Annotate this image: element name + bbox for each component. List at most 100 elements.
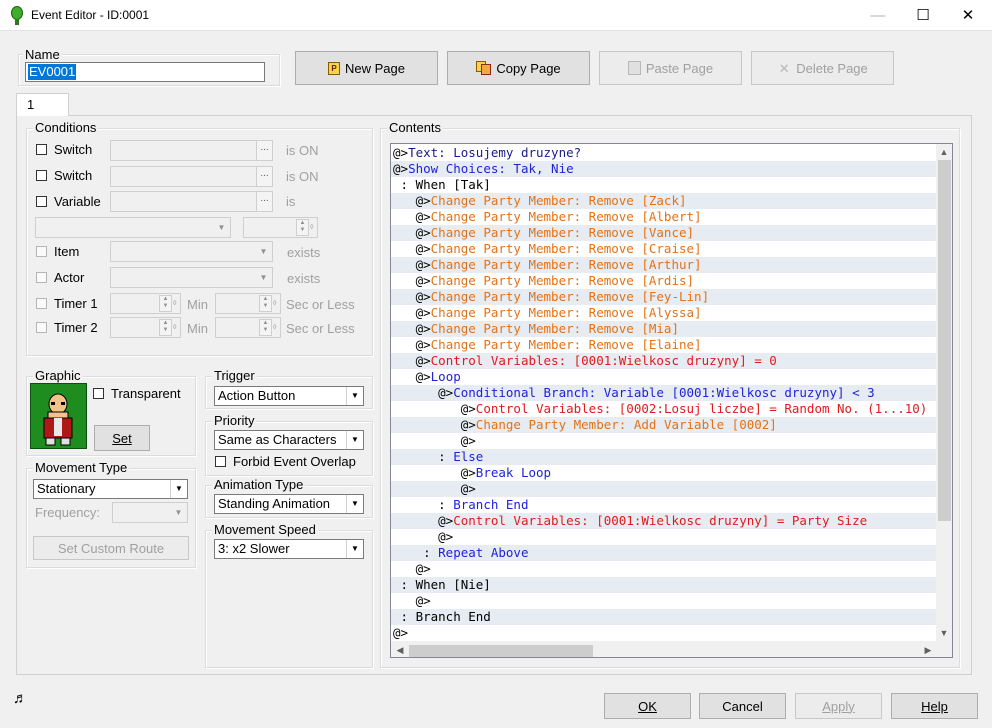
priority-dropdown[interactable]: Same as Characters ▼	[214, 430, 364, 450]
close-button[interactable]: ✕	[945, 0, 991, 31]
command-line[interactable]: @>Text: Losujemy druzyne?	[391, 145, 937, 161]
variable-value-stepper[interactable]: ▲ ▼ ◊	[243, 217, 318, 238]
command-line[interactable]: @>Control Variables: [0001:Wielkosc druz…	[391, 513, 937, 529]
spin-updown-icon[interactable]: ▲ ▼	[259, 295, 272, 312]
command-line[interactable]: @>Change Party Member: Remove [Ardis]	[391, 273, 937, 289]
delete-page-button[interactable]: ✕ Delete Page	[751, 51, 894, 85]
command-text: When [Tak]	[415, 177, 491, 192]
command-line[interactable]: : Repeat Above	[391, 545, 937, 561]
movement-speed-dropdown[interactable]: 3: x2 Slower ▼	[214, 539, 364, 559]
timer1-label: Timer 1	[54, 296, 98, 311]
variable-browse-button[interactable]: ...	[256, 192, 272, 211]
command-line[interactable]: @>Change Party Member: Remove [Zack]	[391, 193, 937, 209]
switch1-field[interactable]: ...	[110, 140, 273, 161]
transparent-checkbox[interactable]	[93, 388, 104, 399]
maximize-button[interactable]: ☐	[900, 0, 946, 31]
command-text: Change Party Member: Remove [Alyssa]	[430, 305, 702, 320]
command-line[interactable]: @>	[391, 593, 937, 609]
switch1-checkbox[interactable]	[36, 144, 47, 155]
timer1-checkbox[interactable]	[36, 298, 47, 309]
timer2-sec-stepper[interactable]: ▲ ▼ ◊	[215, 317, 281, 338]
command-line[interactable]: @>Change Party Member: Remove [Mia]	[391, 321, 937, 337]
switch2-field[interactable]: ...	[110, 166, 273, 187]
scroll-down-icon[interactable]: ▼	[936, 625, 952, 641]
music-note-icon[interactable]: ♬	[13, 690, 28, 707]
command-line[interactable]: @>Change Party Member: Add Variable [000…	[391, 417, 937, 433]
command-line[interactable]: @>	[391, 625, 937, 641]
item-checkbox[interactable]	[36, 246, 47, 257]
scroll-left-icon[interactable]: ◀	[392, 642, 408, 657]
timer2-min-stepper[interactable]: ▲ ▼ ◊	[110, 317, 181, 338]
name-input[interactable]: EV0001	[25, 62, 265, 82]
command-line[interactable]: @>	[391, 433, 937, 449]
command-line[interactable]: @>Break Loop	[391, 465, 937, 481]
actor-dropdown[interactable]: ▼	[110, 267, 273, 288]
movement-type-legend: Movement Type	[33, 460, 130, 475]
timer1-sec-stepper[interactable]: ▲ ▼ ◊	[215, 293, 281, 314]
horizontal-scroll-thumb[interactable]	[409, 645, 593, 657]
minimize-button[interactable]: —	[855, 0, 901, 31]
conditions-legend: Conditions	[33, 120, 99, 135]
switch1-suffix: is ON	[286, 143, 319, 158]
command-line[interactable]: : Else	[391, 449, 937, 465]
variable-compare-dropdown[interactable]: ▼	[35, 217, 231, 238]
frequency-dropdown[interactable]: ▼	[112, 502, 188, 523]
graphic-set-button[interactable]: Set	[94, 425, 150, 451]
command-line[interactable]: : When [Tak]	[391, 177, 937, 193]
command-line[interactable]: @>Change Party Member: Remove [Albert]	[391, 209, 937, 225]
cancel-button[interactable]: Cancel	[699, 693, 786, 719]
variable-field[interactable]: ...	[110, 191, 273, 212]
command-line[interactable]: @>Show Choices: Tak, Nie	[391, 161, 937, 177]
command-line[interactable]: : Branch End	[391, 497, 937, 513]
timer1-sec-label: Sec or Less	[286, 297, 355, 312]
command-line[interactable]: @>	[391, 481, 937, 497]
ok-button[interactable]: OK	[604, 693, 691, 719]
variable-checkbox[interactable]	[36, 196, 47, 207]
command-line[interactable]: @>Control Variables: [0002:Losuj liczbe]…	[391, 401, 937, 417]
animation-type-dropdown[interactable]: Standing Animation ▼	[214, 494, 364, 514]
spin-updown-icon[interactable]: ▲ ▼	[159, 319, 172, 336]
copy-page-button[interactable]: Copy Page	[447, 51, 590, 85]
set-custom-route-button[interactable]: Set Custom Route	[33, 536, 189, 560]
vertical-scroll-thumb[interactable]	[938, 160, 951, 521]
scroll-up-icon[interactable]: ▲	[936, 144, 952, 160]
command-line[interactable]: @>Control Variables: [0001:Wielkosc druz…	[391, 353, 937, 369]
timer2-checkbox[interactable]	[36, 322, 47, 333]
chevron-down-icon: ▼	[346, 540, 363, 558]
command-line[interactable]: : When [Nie]	[391, 577, 937, 593]
actor-checkbox[interactable]	[36, 272, 47, 283]
spin-updown-icon[interactable]: ▲ ▼	[259, 319, 272, 336]
command-line[interactable]: @>Change Party Member: Remove [Vance]	[391, 225, 937, 241]
switch1-browse-button[interactable]: ...	[256, 141, 272, 160]
item-dropdown[interactable]: ▼	[110, 241, 273, 262]
chevron-down-icon: ▼	[259, 247, 268, 256]
trigger-dropdown[interactable]: Action Button ▼	[214, 386, 364, 406]
command-line[interactable]: @>	[391, 561, 937, 577]
command-line[interactable]: @>Change Party Member: Remove [Fey-Lin]	[391, 289, 937, 305]
new-page-button[interactable]: P New Page	[295, 51, 438, 85]
tab-page-1[interactable]: 1	[16, 93, 69, 116]
forbid-overlap-checkbox[interactable]	[215, 456, 226, 467]
switch2-browse-button[interactable]: ...	[256, 167, 272, 186]
help-button[interactable]: Help	[891, 693, 978, 719]
command-line[interactable]: @>	[391, 529, 937, 545]
timer1-min-stepper[interactable]: ▲ ▼ ◊	[110, 293, 181, 314]
command-text: Else	[453, 449, 484, 464]
paste-page-button[interactable]: Paste Page	[599, 51, 742, 85]
command-line[interactable]: @>Conditional Branch: Variable [0001:Wie…	[391, 385, 937, 401]
event-command-list[interactable]: @>Text: Losujemy druzyne? @>Show Choices:…	[390, 143, 953, 658]
new-page-icon: P	[328, 61, 340, 75]
command-line[interactable]: @>Change Party Member: Remove [Arthur]	[391, 257, 937, 273]
spin-updown-icon[interactable]: ▲ ▼	[159, 295, 172, 312]
command-line[interactable]: @>Loop	[391, 369, 937, 385]
graphic-preview[interactable]	[30, 383, 87, 449]
scroll-right-icon[interactable]: ▶	[920, 642, 936, 657]
command-line[interactable]: @>Change Party Member: Remove [Elaine]	[391, 337, 937, 353]
apply-button[interactable]: Apply	[795, 693, 882, 719]
spin-updown-icon[interactable]: ▲ ▼	[296, 219, 309, 236]
command-line[interactable]: : Branch End	[391, 609, 937, 625]
switch2-checkbox[interactable]	[36, 170, 47, 181]
movement-type-dropdown[interactable]: Stationary ▼	[33, 479, 188, 499]
command-line[interactable]: @>Change Party Member: Remove [Alyssa]	[391, 305, 937, 321]
command-line[interactable]: @>Change Party Member: Remove [Craise]	[391, 241, 937, 257]
